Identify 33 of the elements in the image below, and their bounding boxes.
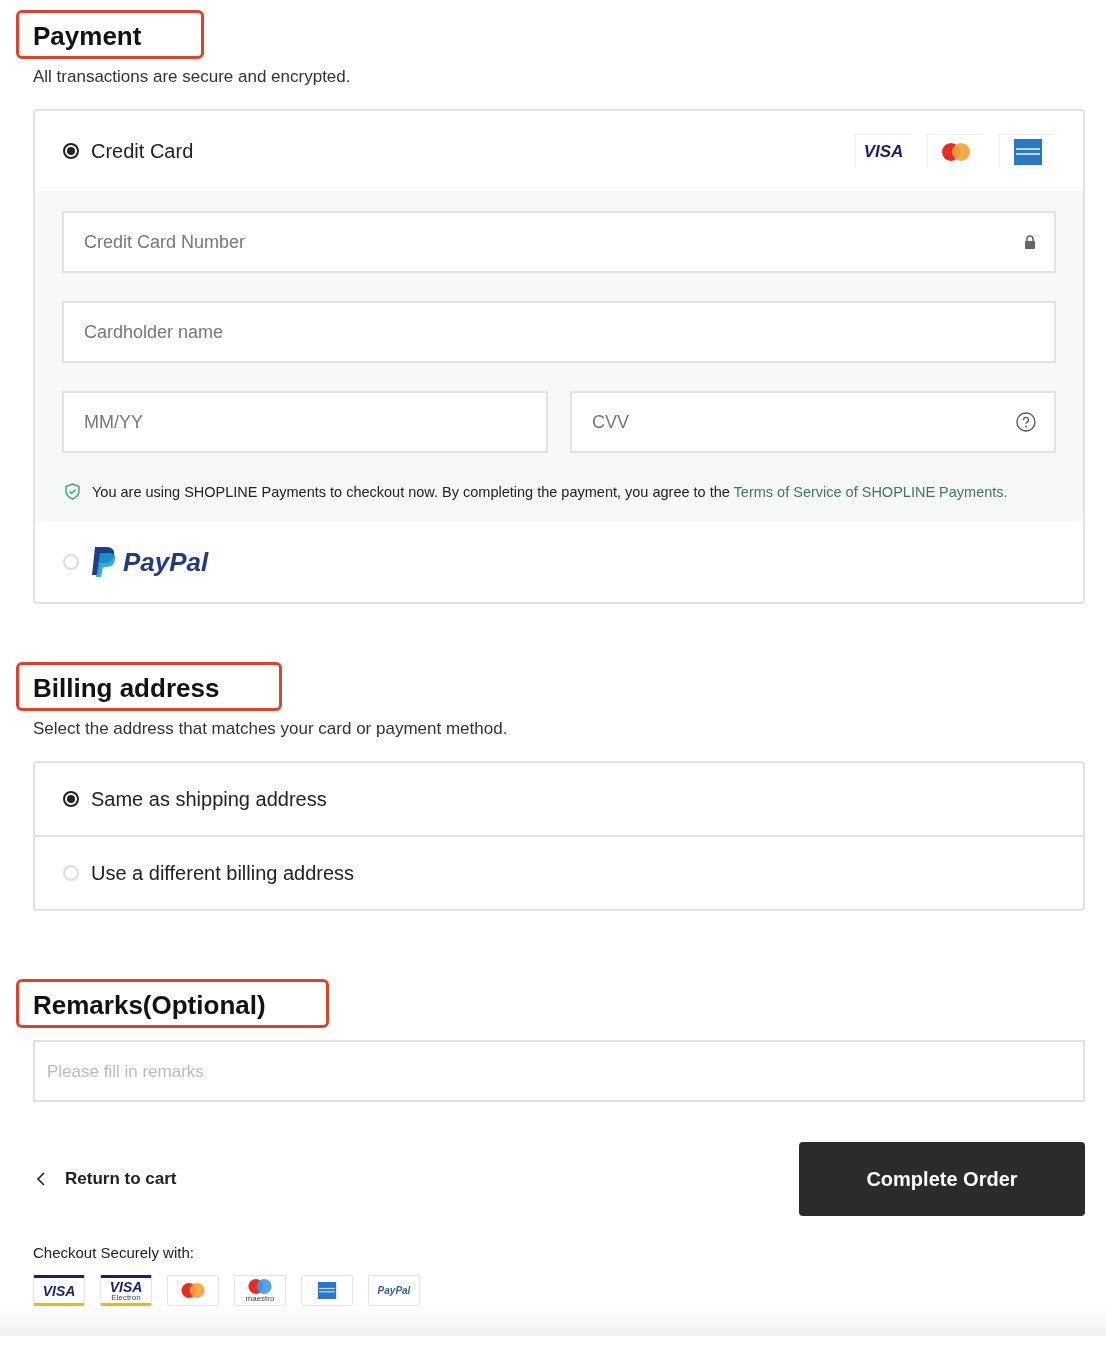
chevron-left-icon — [35, 1171, 47, 1187]
input-field[interactable]: MM/YY — [62, 391, 548, 453]
amex-logo — [999, 134, 1055, 168]
option-label[interactable]: Same as shipping address — [91, 787, 327, 811]
footer-title: Checkout Securely with: — [33, 1244, 195, 1261]
terms-link[interactable]: Terms of Service of SHOPLINE Payments. — [733, 483, 1008, 500]
paypal-logo: PayPal — [368, 1275, 420, 1306]
radio-button[interactable] — [63, 143, 79, 159]
return-to-cart-link[interactable]: Return to cart — [33, 1169, 177, 1189]
shield-check-icon — [65, 483, 80, 500]
section-heading: Remarks(Optional) — [16, 979, 329, 1028]
visa-logo: VISA Electron — [100, 1275, 152, 1306]
amex-logo — [301, 1275, 353, 1306]
help-icon[interactable] — [1016, 412, 1036, 432]
section-heading: Billing address — [16, 662, 283, 711]
section-subtitle: Select the address that matches your card or payment method. — [33, 719, 509, 739]
input-field[interactable]: Cardholder name — [62, 301, 1056, 363]
paypal-logo[interactable]: PayPal — [91, 546, 209, 578]
option-label[interactable]: Use a different billing address — [91, 861, 355, 885]
section-heading: Payment — [16, 10, 205, 59]
method-label[interactable]: Credit Card — [91, 139, 194, 163]
maestro-logo: maestro — [234, 1275, 286, 1306]
lock-icon — [1024, 234, 1036, 250]
input-field[interactable]: CVV — [570, 391, 1056, 453]
remarks-field[interactable]: Please fill in remarks — [33, 1040, 1085, 1102]
complete-order-button[interactable]: Complete Order — [799, 1142, 1085, 1216]
radio-button[interactable] — [63, 791, 79, 807]
input-field[interactable]: Credit Card Number — [62, 211, 1056, 273]
visa-logo: VISA — [855, 134, 911, 168]
mastercard-logo — [167, 1275, 219, 1306]
visa-logo: VISA — [33, 1275, 85, 1306]
section-subtitle: All transactions are secure and encrypted. — [33, 67, 352, 87]
terms-notice: You are using SHOPLINE Payments to checkout now. By completing the payment, you agree to the Terms of Service of SHOPLINE Payments. — [92, 483, 1008, 500]
